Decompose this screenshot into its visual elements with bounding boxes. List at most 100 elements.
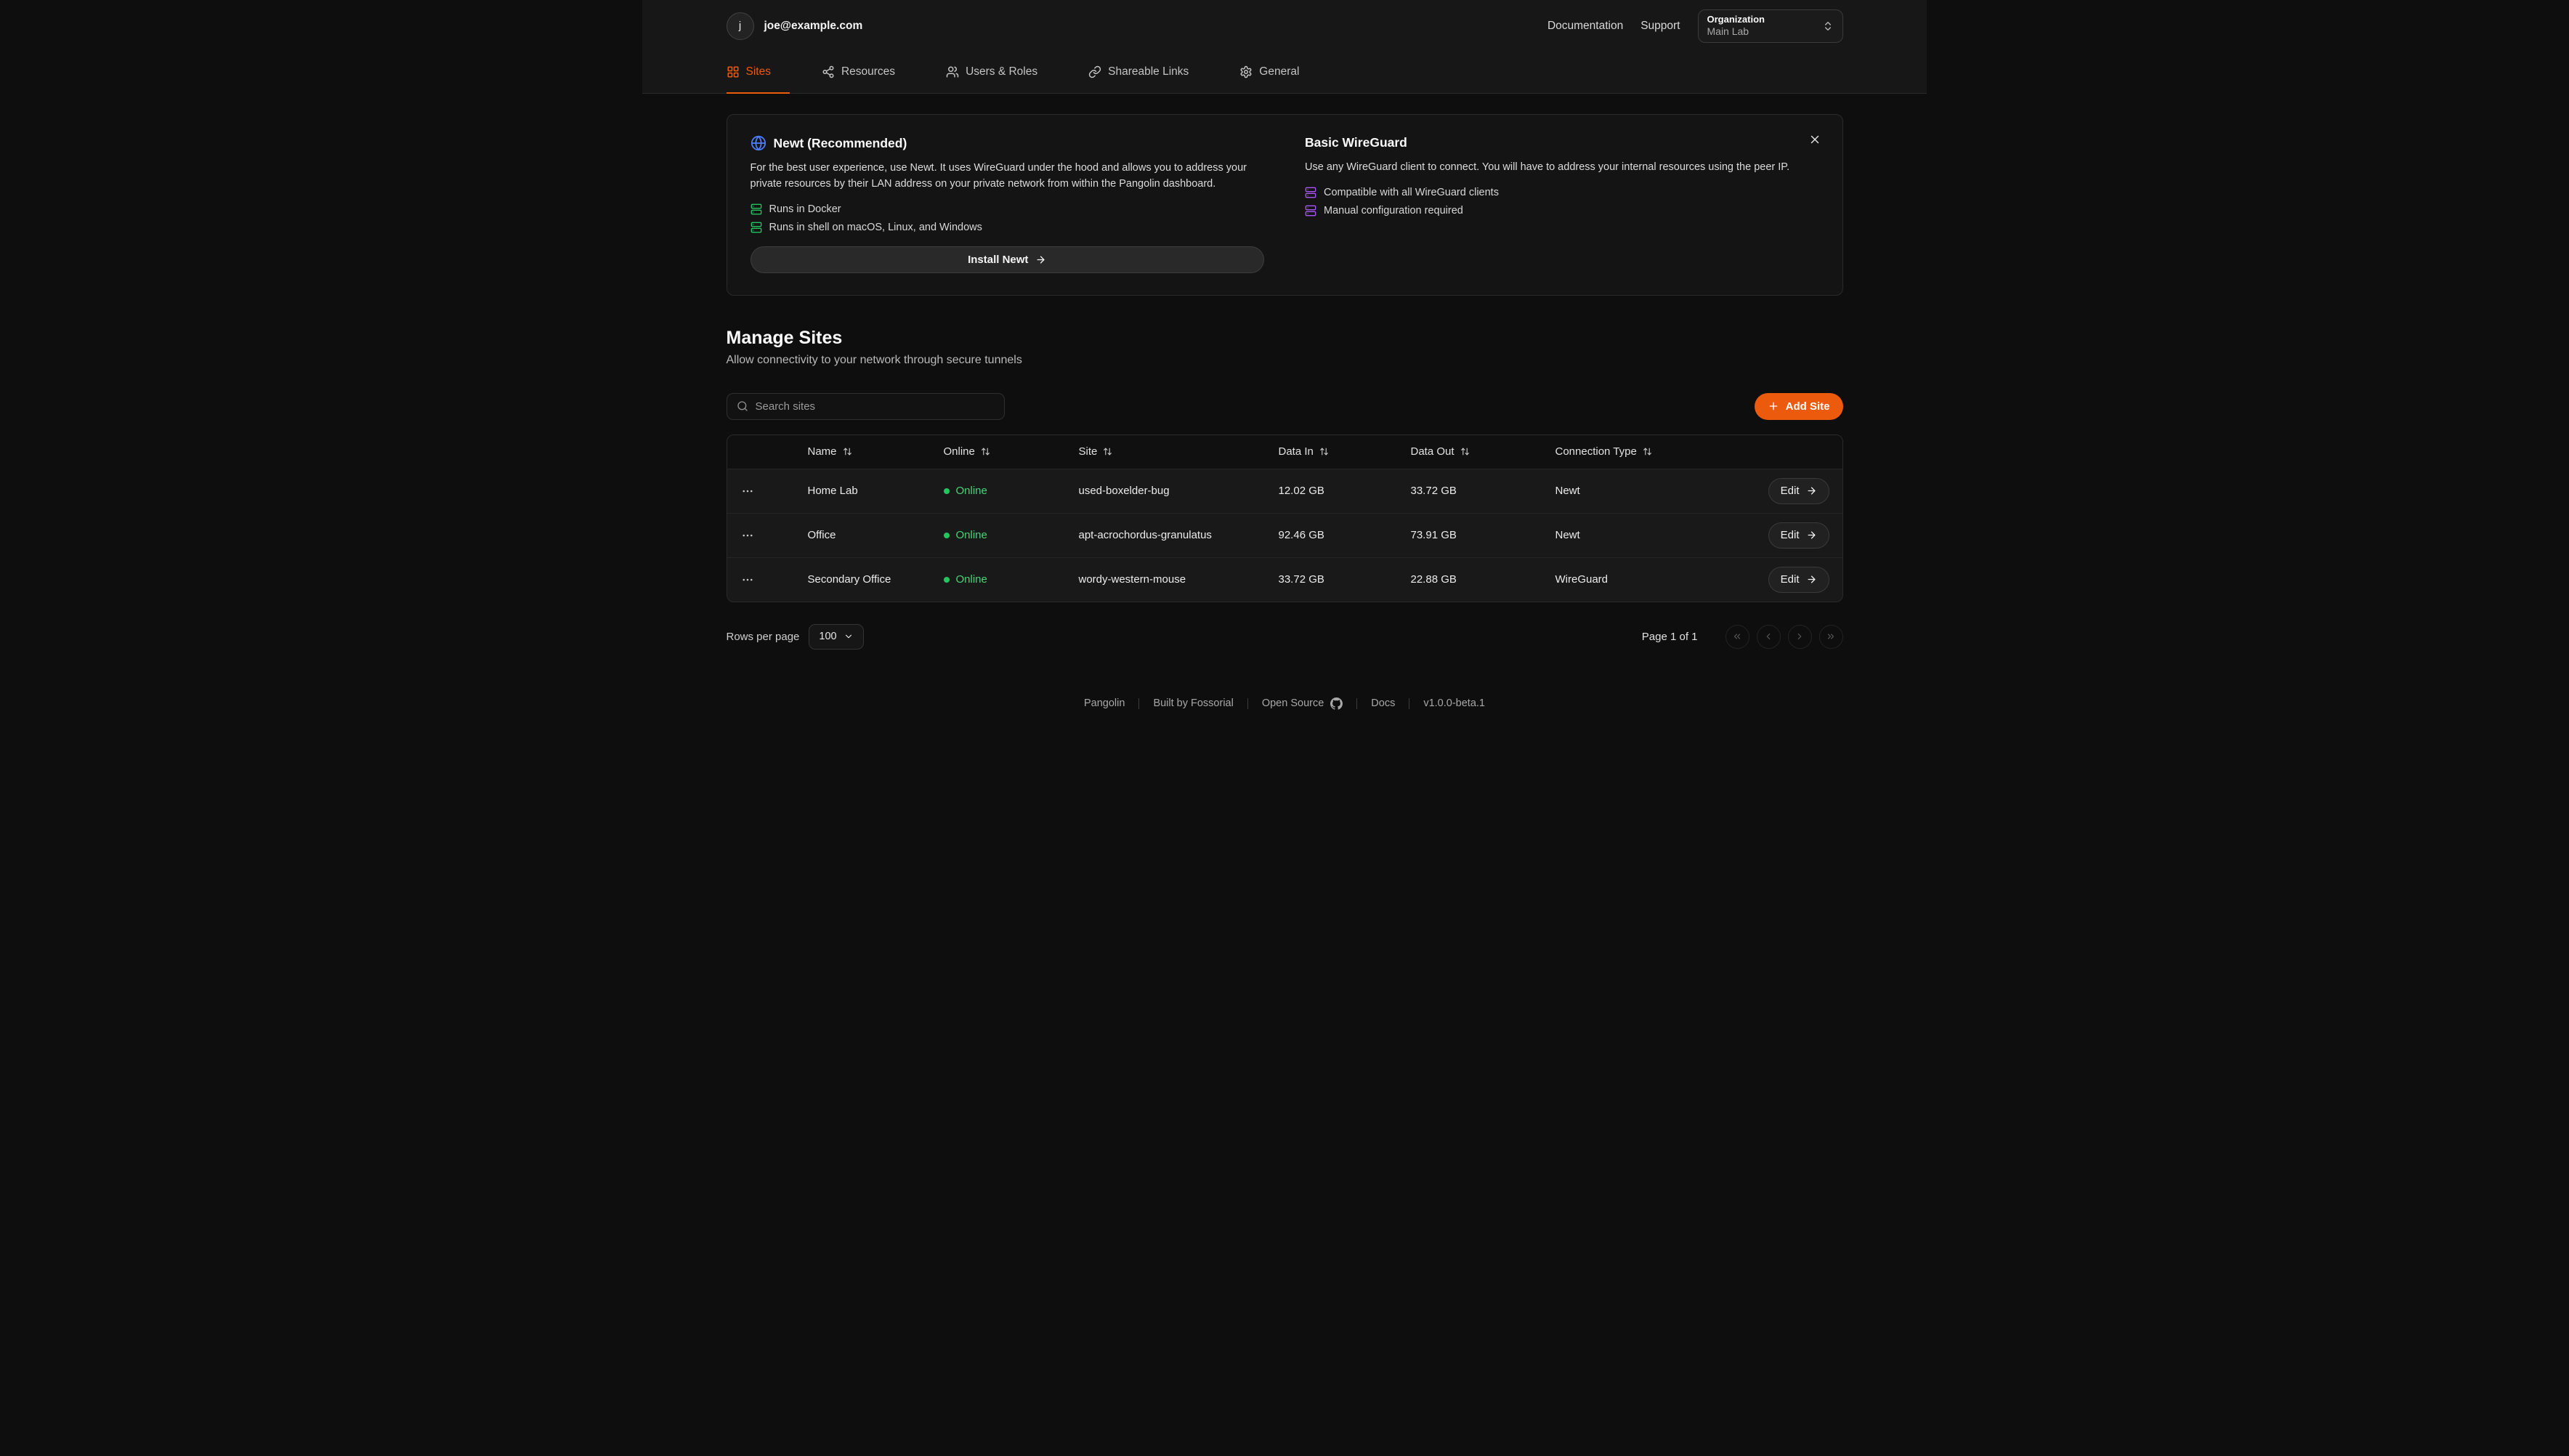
row-menu-button[interactable] (736, 568, 759, 591)
column-label: Data In (1279, 445, 1314, 458)
data-in-value: 12.02 GB (1279, 485, 1411, 497)
newt-column: Newt (Recommended) For the best user exp… (751, 135, 1265, 273)
user-menu[interactable]: j joe@example.com (727, 12, 863, 40)
org-picker[interactable]: Organization Main Lab (1698, 9, 1843, 43)
footer-open-source-link[interactable]: Open Source (1262, 697, 1343, 710)
wireguard-description: Use any WireGuard client to connect. You… (1305, 160, 1819, 176)
edit-button[interactable]: Edit (1768, 522, 1829, 549)
footer-version: v1.0.0-beta.1 (1423, 697, 1485, 709)
close-card-button[interactable] (1805, 129, 1825, 150)
tab-label: General (1259, 65, 1299, 78)
row-menu-button[interactable] (736, 524, 759, 547)
site-id: used-boxelder-bug (1079, 485, 1279, 497)
edit-button[interactable]: Edit (1768, 567, 1829, 593)
tabs-bar: Sites Resources Users & Roles Shareable … (642, 52, 1927, 94)
newt-feature-label: Runs in shell on macOS, Linux, and Windo… (769, 222, 982, 233)
rows-per-page: Rows per page 100 (727, 624, 864, 650)
column-label: Site (1079, 445, 1098, 458)
pagination-buttons (1726, 625, 1843, 649)
github-icon (1330, 697, 1343, 710)
link-icon (1088, 65, 1101, 78)
chevrons-left-icon (1732, 631, 1742, 642)
add-site-button[interactable]: Add Site (1755, 393, 1843, 420)
wireguard-column: Basic WireGuard Use any WireGuard client… (1305, 135, 1819, 273)
arrow-right-icon (1806, 530, 1817, 541)
column-header-name[interactable]: Name (808, 445, 944, 458)
newt-title: Newt (Recommended) (774, 136, 907, 151)
ellipsis-icon (741, 529, 754, 542)
org-picker-value: Main Lab (1707, 25, 1815, 39)
table-row: Office Online apt-acrochordus-granulatus… (727, 513, 1842, 557)
wireguard-feature: Manual configuration required (1305, 205, 1819, 217)
globe-icon (751, 135, 766, 151)
edit-label: Edit (1781, 485, 1800, 497)
column-header-data-out[interactable]: Data Out (1411, 445, 1555, 458)
previous-page-button[interactable] (1757, 625, 1781, 649)
column-header-site[interactable]: Site (1079, 445, 1279, 458)
edit-label: Edit (1781, 573, 1800, 586)
edit-label: Edit (1781, 529, 1800, 541)
install-newt-button[interactable]: Install Newt (751, 246, 1265, 273)
edit-button[interactable]: Edit (1768, 478, 1829, 504)
column-header-data-in[interactable]: Data In (1279, 445, 1411, 458)
sort-icon (981, 447, 990, 456)
search-input[interactable] (756, 400, 995, 413)
rows-per-page-select[interactable]: 100 (809, 624, 863, 650)
main-content: Newt (Recommended) For the best user exp… (727, 114, 1843, 650)
pagination: Page 1 of 1 (1642, 625, 1843, 649)
first-page-button[interactable] (1726, 625, 1749, 649)
table-controls: Add Site (727, 393, 1843, 420)
support-link[interactable]: Support (1640, 20, 1680, 33)
status-label: Online (956, 485, 987, 497)
tab-sites[interactable]: Sites (727, 52, 790, 94)
newt-feature: Runs in shell on macOS, Linux, and Windo… (751, 222, 1265, 233)
site-name: Office (808, 529, 944, 541)
search-icon (737, 400, 748, 412)
data-out-value: 73.91 GB (1411, 529, 1555, 541)
wireguard-feature-label: Manual configuration required (1324, 205, 1463, 217)
footer-docs-link[interactable]: Docs (1371, 697, 1395, 709)
documentation-link[interactable]: Documentation (1548, 20, 1623, 33)
tab-label: Shareable Links (1108, 65, 1189, 78)
avatar[interactable]: j (727, 12, 754, 40)
org-picker-label: Organization (1707, 14, 1815, 25)
site-footer: Pangolin Built by Fossorial Open Source … (642, 697, 1927, 710)
column-label: Online (944, 445, 975, 458)
gear-icon (1239, 65, 1253, 78)
footer-divider (1247, 698, 1248, 709)
column-header-online[interactable]: Online (944, 445, 1079, 458)
footer-divider (1138, 698, 1139, 709)
chevron-right-icon (1795, 631, 1805, 642)
wireguard-title: Basic WireGuard (1305, 135, 1407, 150)
row-menu-button[interactable] (736, 480, 759, 503)
tab-resources[interactable]: Resources (803, 52, 914, 94)
avatar-initial: j (739, 20, 741, 32)
chevrons-up-down-icon (1822, 20, 1834, 32)
tab-users-roles[interactable]: Users & Roles (927, 52, 1056, 94)
pangolin-dashboard: j joe@example.com Documentation Support … (642, 0, 1927, 728)
connection-info-card: Newt (Recommended) For the best user exp… (727, 114, 1843, 296)
status-badge: Online (944, 485, 1079, 497)
tab-shareable-links[interactable]: Shareable Links (1069, 52, 1207, 94)
tab-general[interactable]: General (1221, 52, 1318, 94)
site-name: Secondary Office (808, 573, 944, 586)
rows-per-page-value: 100 (819, 631, 836, 642)
site-name: Home Lab (808, 485, 944, 497)
last-page-button[interactable] (1819, 625, 1843, 649)
search-box[interactable] (727, 393, 1005, 420)
status-badge: Online (944, 529, 1079, 541)
data-out-value: 22.88 GB (1411, 573, 1555, 586)
chevrons-right-icon (1826, 631, 1836, 642)
tab-label: Sites (746, 65, 771, 78)
newt-feature: Runs in Docker (751, 203, 1265, 215)
ellipsis-icon (741, 573, 754, 586)
next-page-button[interactable] (1788, 625, 1812, 649)
status-label: Online (956, 529, 987, 541)
sort-icon (1643, 447, 1652, 456)
column-header-connection-type[interactable]: Connection Type (1555, 445, 1733, 458)
sort-icon (843, 447, 852, 456)
table-row: Secondary Office Online wordy-western-mo… (727, 557, 1842, 602)
arrow-right-icon (1035, 254, 1046, 265)
status-dot (944, 488, 950, 494)
page-subtitle: Allow connectivity to your network throu… (727, 354, 1843, 367)
